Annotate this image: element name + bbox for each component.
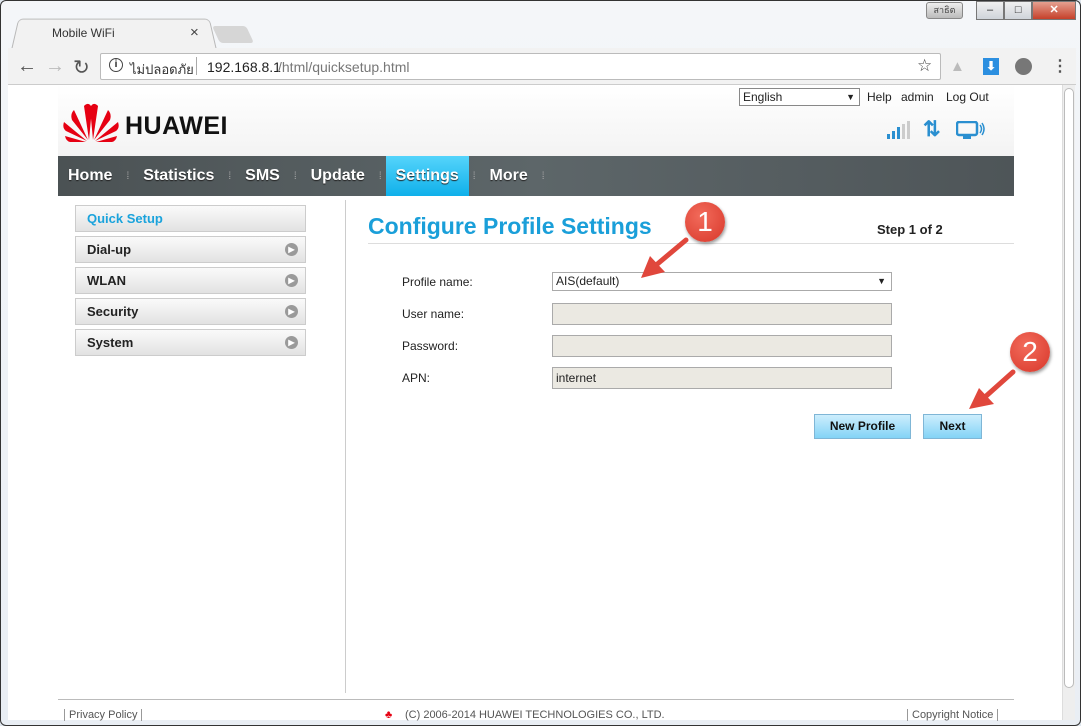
forward-icon[interactable]: → <box>45 55 65 78</box>
sidebar-item-label: Quick Setup <box>87 211 163 226</box>
tab-title: Mobile WiFi <box>52 26 115 40</box>
main-nav: Home ⁞ Statistics ⁞ SMS ⁞ Update ⁞ Settings ⁞… <box>58 156 1014 196</box>
step-indicator: Step 1 of 2 <box>877 222 943 237</box>
user-name-input[interactable] <box>552 303 892 325</box>
sidebar-item-wlan[interactable]: WLAN ▶ <box>75 267 306 294</box>
nav-update[interactable]: Update <box>301 156 375 196</box>
url-path: /html/quicksetup.html <box>278 59 410 75</box>
download-icon[interactable]: ⬇ <box>983 58 999 75</box>
logout-link[interactable]: Log Out <box>946 90 989 104</box>
divider <box>196 57 197 75</box>
nav-separator: ⁞ <box>541 170 545 182</box>
nav-separator: ⁞ <box>228 170 232 182</box>
expand-arrow-icon: ▶ <box>285 274 298 287</box>
window-controls: – □ ✕ <box>976 1 1076 20</box>
huawei-small-logo-icon: ♣ <box>385 709 393 721</box>
help-link[interactable]: Help <box>867 90 892 104</box>
minimize-button[interactable]: – <box>976 1 1005 20</box>
expand-arrow-icon: ▶ <box>285 336 298 349</box>
sidebar-item-dial-up[interactable]: Dial-up ▶ <box>75 236 306 263</box>
language-select[interactable]: English ▼ <box>739 88 860 106</box>
nav-separator: ⁞ <box>293 170 297 182</box>
next-button[interactable]: Next <box>923 414 982 439</box>
bookmark-star-icon[interactable]: ☆ <box>917 56 932 76</box>
nav-separator: ⁞ <box>126 170 130 182</box>
sidebar-item-label: System <box>87 335 134 350</box>
nav-separator: ⁞ <box>378 170 382 182</box>
sidebar-item-label: Security <box>87 304 139 319</box>
info-icon[interactable]: i <box>109 58 123 72</box>
apn-input[interactable]: internet <box>552 367 892 389</box>
nav-more[interactable]: More <box>480 156 538 196</box>
footer-divider <box>58 699 1014 700</box>
huawei-logo-icon <box>63 103 119 142</box>
language-indicator: สาธิต <box>926 2 963 19</box>
expand-arrow-icon: ▶ <box>285 305 298 318</box>
reload-icon[interactable]: ↻ <box>73 55 90 80</box>
nav-home[interactable]: Home <box>58 156 122 196</box>
expand-arrow-icon: ▶ <box>285 243 298 256</box>
close-window-button[interactable]: ✕ <box>1032 1 1076 20</box>
annotation-badge-1: 1 <box>685 202 725 242</box>
content-divider <box>345 200 346 693</box>
profile-name-value: AIS(default) <box>556 274 620 288</box>
nav-sms[interactable]: SMS <box>235 156 290 196</box>
language-value: English <box>743 90 783 104</box>
title-divider <box>368 243 1014 244</box>
back-icon[interactable]: ← <box>17 55 37 78</box>
new-tab-button[interactable] <box>212 26 254 43</box>
profile-name-label: Profile name: <box>402 275 473 289</box>
sidebar-item-system[interactable]: System ▶ <box>75 329 306 356</box>
data-transfer-icon: ⇅ <box>923 118 941 141</box>
password-input[interactable] <box>552 335 892 357</box>
extension-film-icon[interactable] <box>1015 58 1032 75</box>
profile-name-select[interactable]: AIS(default) ▼ <box>552 272 892 291</box>
copyright-text: (C) 2006-2014 HUAWEI TECHNOLOGIES CO., L… <box>405 709 665 721</box>
close-tab-icon[interactable]: × <box>190 24 199 41</box>
connected-device-icon <box>956 121 985 139</box>
nav-separator: ⁞ <box>472 170 476 182</box>
menu-icon[interactable]: ⋮ <box>1052 56 1068 76</box>
sidebar-item-label: Dial-up <box>87 242 132 257</box>
sidebar-item-security[interactable]: Security ▶ <box>75 298 306 325</box>
apn-label: APN: <box>402 371 431 385</box>
password-label: Password: <box>402 339 459 353</box>
new-profile-button[interactable]: New Profile <box>814 414 911 439</box>
brand-name: HUAWEI <box>125 112 228 140</box>
annotation-badge-2: 2 <box>1010 332 1050 372</box>
scrollbar-thumb[interactable] <box>1064 88 1074 688</box>
signal-strength-icon <box>887 121 910 139</box>
nav-statistics[interactable]: Statistics <box>133 156 224 196</box>
drive-icon[interactable]: ▲ <box>950 58 965 75</box>
url-host: 192.168.8.1 <box>207 59 281 75</box>
copyright-notice-link[interactable]: Copyright Notice <box>907 709 999 721</box>
nav-settings[interactable]: Settings <box>385 156 469 196</box>
sidebar-item-quick-setup[interactable]: Quick Setup <box>75 205 306 232</box>
privacy-policy-link[interactable]: Privacy Policy <box>64 709 143 721</box>
page-title: Configure Profile Settings <box>368 213 652 239</box>
security-label: ไม่ปลอดภัย <box>130 62 194 77</box>
maximize-button[interactable]: □ <box>1004 1 1033 20</box>
user-name-label: User name: <box>402 307 465 321</box>
user-name: admin <box>901 90 934 104</box>
sidebar-item-label: WLAN <box>87 273 126 288</box>
